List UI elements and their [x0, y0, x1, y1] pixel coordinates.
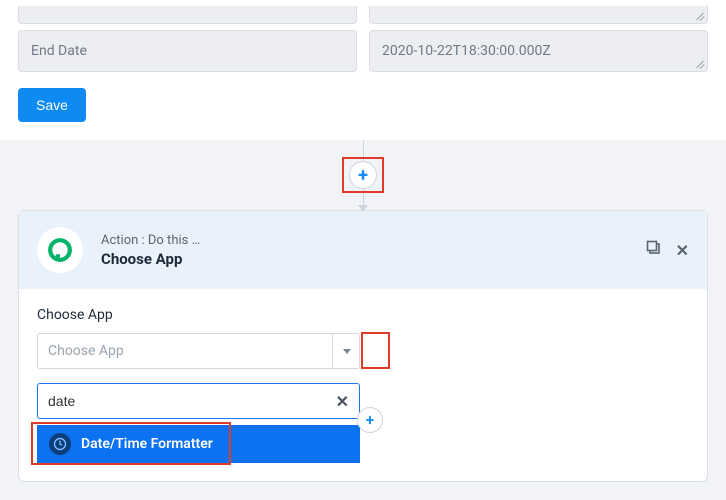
action-subtitle: Action : Do this … [101, 233, 646, 248]
action-titles: Action : Do this … Choose App [101, 233, 646, 268]
copy-step-button[interactable] [646, 240, 662, 260]
chevron-down-icon [343, 349, 351, 354]
connector: + [0, 140, 726, 210]
end-date-label: End Date [31, 43, 87, 59]
app-option-label: Date/Time Formatter [81, 436, 213, 452]
choose-app-placeholder: Choose App [48, 343, 124, 359]
app-logo [37, 227, 83, 273]
prev-field-left[interactable] [18, 6, 357, 24]
add-step-button[interactable]: + [349, 161, 377, 189]
end-date-value-box[interactable]: 2020-10-22T18:30:00.000Z [369, 30, 708, 72]
clear-search-button[interactable]: ✕ [336, 392, 349, 411]
app-search-input-wrap: ✕ [37, 383, 360, 419]
select-caret-button[interactable] [332, 333, 360, 369]
choose-app-select-wrap: Choose App [37, 333, 360, 369]
app-search-input[interactable] [48, 393, 336, 409]
action-title: Choose App [101, 250, 646, 268]
connector-arrow-icon [358, 205, 368, 212]
action-card: Action : Do this … Choose App ✕ Choose A… [18, 210, 708, 482]
choose-app-label: Choose App [37, 307, 689, 323]
row-prev [18, 0, 708, 24]
choose-app-select[interactable]: Choose App [37, 333, 360, 369]
prev-field-right[interactable] [369, 6, 708, 24]
end-date-value: 2020-10-22T18:30:00.000Z [382, 43, 551, 59]
end-date-label-box[interactable]: End Date [18, 30, 357, 72]
app-option-datetime-formatter[interactable]: Date/Time Formatter [37, 425, 360, 463]
add-step-inline-button[interactable]: + [357, 407, 383, 433]
action-header[interactable]: Action : Do this … Choose App ✕ [19, 211, 707, 289]
pabbly-logo-icon [46, 236, 74, 264]
highlight-caret [361, 332, 390, 369]
plus-icon: + [358, 165, 368, 186]
delete-step-button[interactable]: ✕ [676, 241, 689, 260]
clock-icon [49, 433, 71, 455]
save-button[interactable]: Save [18, 88, 86, 122]
copy-icon [646, 240, 662, 256]
action-icons: ✕ [646, 240, 689, 260]
plus-icon: + [366, 411, 374, 429]
form-card: End Date 2020-10-22T18:30:00.000Z Save [0, 0, 726, 140]
action-body: Choose App Choose App ✕ Date/Time Format… [19, 289, 707, 481]
row-end-date: End Date 2020-10-22T18:30:00.000Z [18, 24, 708, 72]
